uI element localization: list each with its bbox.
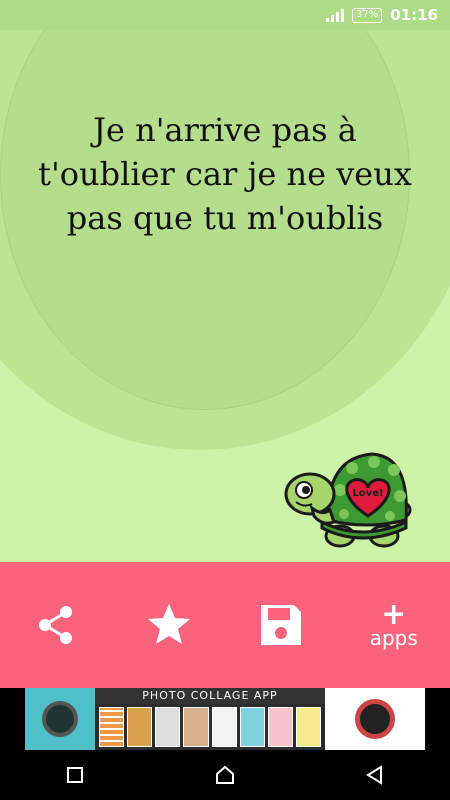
square-icon	[67, 767, 83, 783]
ad-title: PHOTO COLLAGE APP	[95, 688, 325, 704]
ad-banner[interactable]: PHOTO COLLAGE APP	[25, 688, 425, 750]
quote-card: Je n'arrive pas à t'oublier car je ne ve…	[0, 30, 450, 562]
share-icon	[39, 606, 73, 644]
ad-scissors-image	[325, 688, 425, 750]
back-triangle-icon	[366, 765, 382, 785]
ad-app-logo	[25, 688, 95, 750]
camera-lens-icon	[42, 701, 78, 737]
share-button[interactable]	[16, 585, 96, 665]
ad-pattern-swatches	[95, 704, 325, 750]
favorite-button[interactable]	[129, 585, 209, 665]
clock: 01:16	[390, 6, 438, 24]
star-icon	[147, 604, 190, 644]
save-icon	[261, 605, 302, 645]
camera-lens-icon	[355, 699, 395, 739]
recents-button[interactable]	[50, 750, 100, 800]
battery-indicator: 37%	[352, 7, 383, 23]
status-bar: 37% 01:16	[0, 0, 450, 30]
system-nav-bar	[0, 750, 450, 800]
back-button[interactable]	[350, 750, 400, 800]
ad-content: PHOTO COLLAGE APP	[95, 688, 325, 750]
more-apps-button[interactable]: + apps	[354, 585, 434, 665]
signal-icon	[326, 8, 345, 22]
apps-label: apps	[369, 626, 418, 650]
sticker-label: Love!	[352, 488, 383, 499]
home-button[interactable]	[200, 750, 250, 800]
home-icon	[216, 765, 234, 784]
quote-text: Je n'arrive pas à t'oublier car je ne ve…	[38, 111, 412, 237]
action-bar: + apps	[0, 562, 450, 688]
turtle-sticker: Love!	[284, 452, 412, 548]
plus-icon: +	[381, 597, 407, 632]
save-button[interactable]	[241, 585, 321, 665]
